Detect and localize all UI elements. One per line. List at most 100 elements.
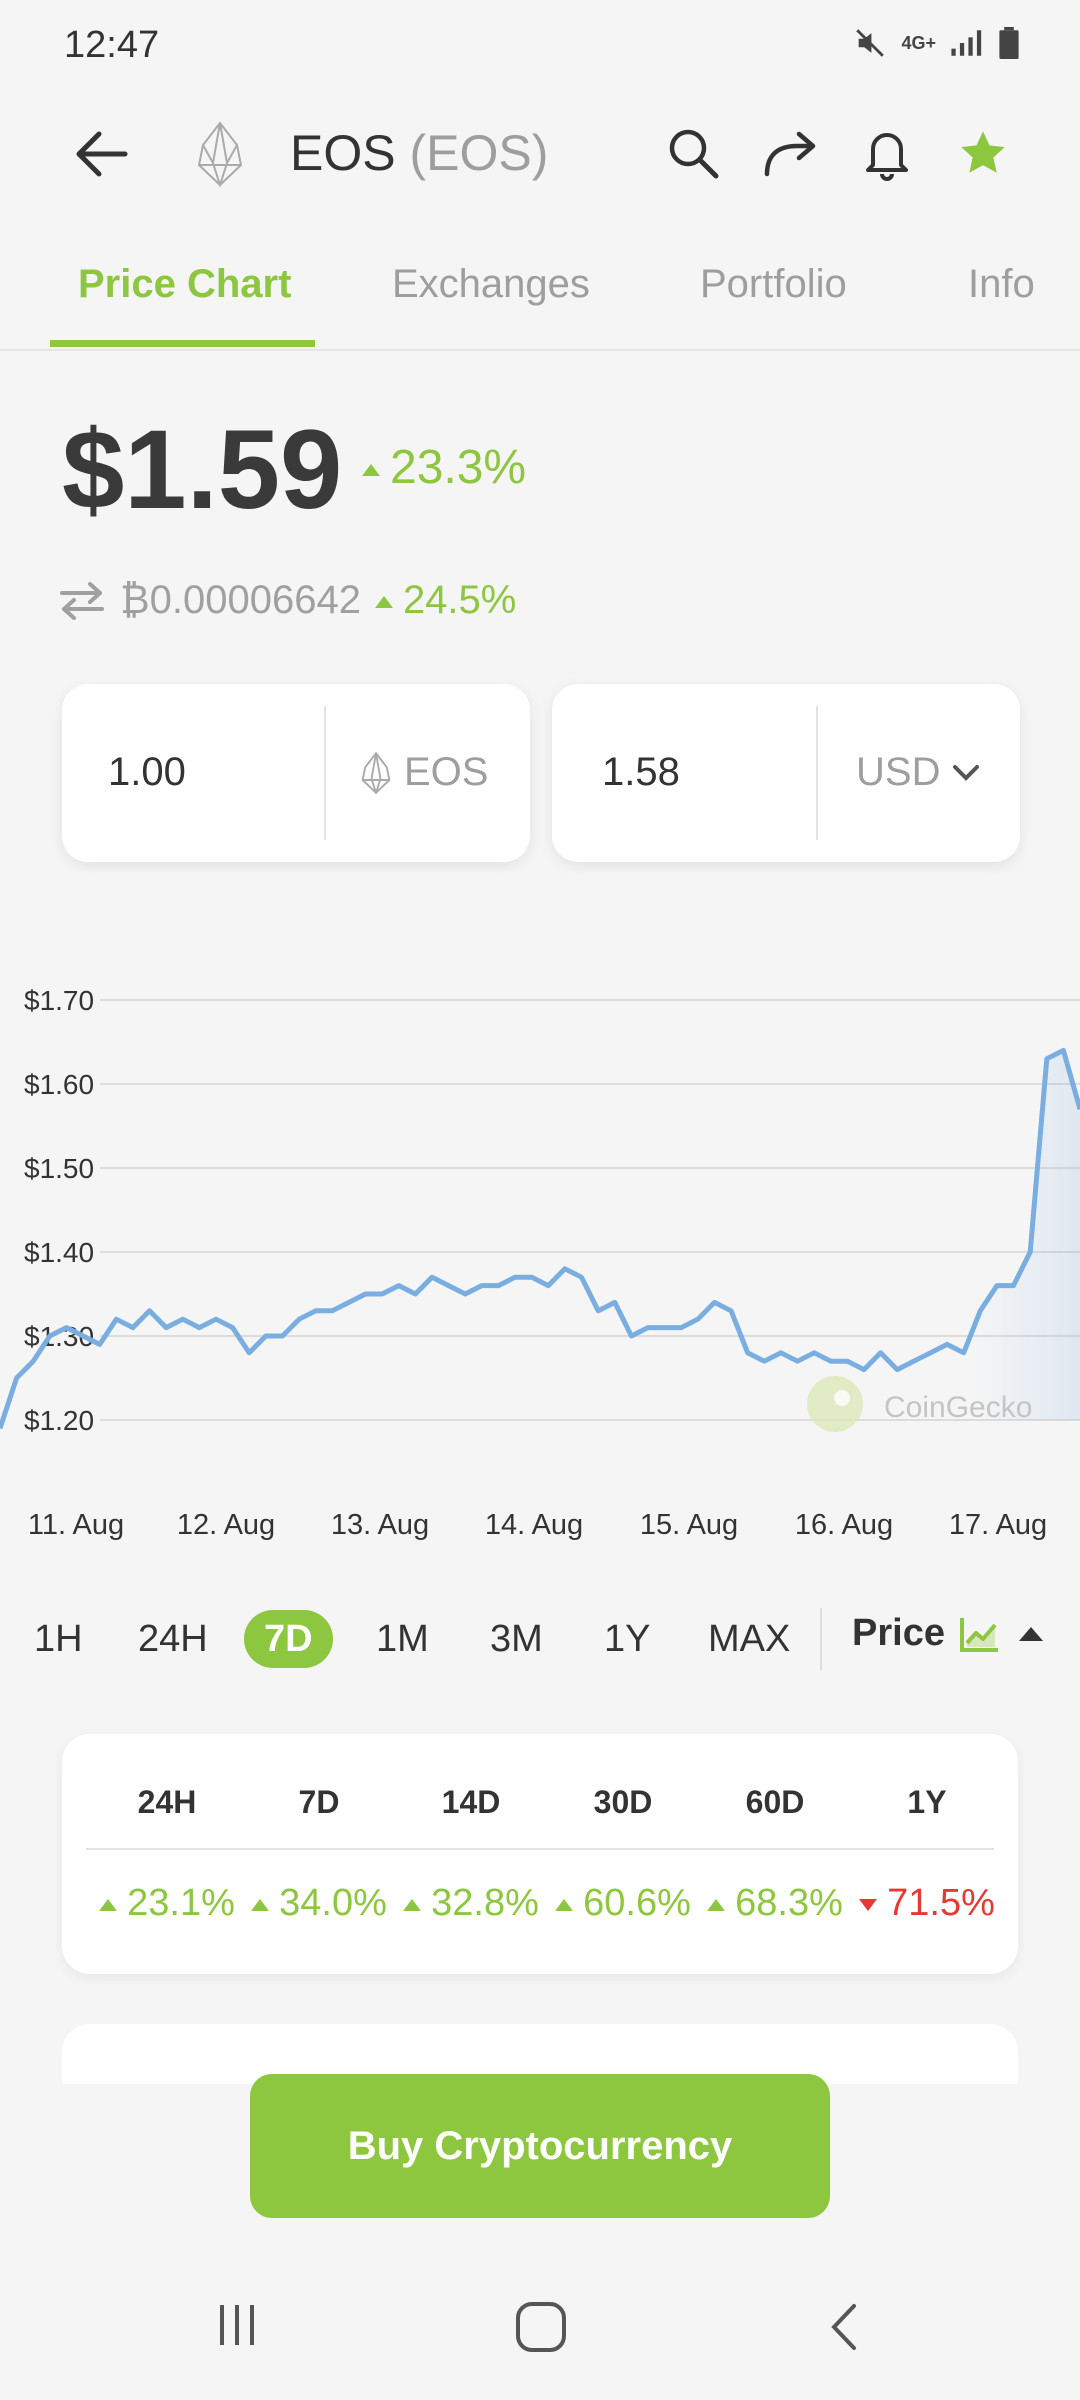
performance-period: 14D: [441, 1784, 501, 1820]
performance-change: 23.1%: [92, 1882, 242, 1925]
battery-icon: [999, 27, 1019, 59]
line-chart-icon: [959, 1617, 998, 1652]
performance-change-value: 32.8%: [431, 1882, 539, 1924]
x-tick-label: 17. Aug: [949, 1509, 1047, 1540]
converter-coin-box: 1.00 EOS: [62, 684, 530, 862]
search-button[interactable]: [662, 122, 724, 184]
fiat-amount-input[interactable]: 1.58: [602, 750, 680, 795]
y-tick-label: $1.60: [24, 1069, 94, 1100]
x-tick-label: 12. Aug: [177, 1509, 275, 1540]
watermark-text: CoinGecko: [884, 1391, 1032, 1424]
coin-unit-label: EOS: [404, 750, 489, 794]
range-3m-button[interactable]: 3M: [470, 1610, 563, 1668]
coin-symbol: (EOS): [409, 125, 549, 181]
performance-change-value: 71.5%: [887, 1882, 995, 1924]
down-arrow-icon: [859, 1898, 878, 1911]
up-arrow-icon: [362, 464, 380, 477]
performance-change-value: 23.1%: [127, 1882, 235, 1924]
tab-info[interactable]: Info: [968, 262, 1035, 307]
price-chart[interactable]: $1.70$1.60$1.50$1.40$1.30$1.20 CoinGecko…: [0, 960, 1080, 1540]
chart-type-label: Price: [852, 1612, 945, 1654]
up-arrow-icon: [374, 596, 393, 609]
range-1y-button[interactable]: 1Y: [584, 1610, 670, 1668]
performance-period: 1Y: [907, 1784, 947, 1820]
performance-divider: [86, 1848, 994, 1850]
caret-up-icon: [1018, 1626, 1043, 1641]
performance-change: 71.5%: [852, 1882, 1002, 1925]
home-button[interactable]: [514, 2300, 568, 2354]
tab-portfolio[interactable]: Portfolio: [700, 262, 847, 307]
coin-logo: [192, 118, 248, 190]
currency-select[interactable]: USD: [856, 750, 980, 795]
performance-period: 30D: [593, 1784, 653, 1820]
active-tab-indicator: [50, 340, 315, 347]
range-24h-button[interactable]: 24H: [118, 1610, 228, 1668]
performance-change-value: 60.6%: [583, 1882, 691, 1924]
range-1h-button[interactable]: 1H: [14, 1610, 103, 1668]
status-time: 12:47: [64, 24, 160, 66]
performance-change: 34.0%: [244, 1882, 394, 1925]
performance-change: 68.3%: [700, 1882, 850, 1925]
price-change-value: 23.3%: [390, 441, 527, 494]
alert-button[interactable]: [856, 122, 918, 184]
eos-logo-icon: [361, 751, 391, 794]
performance-change: 32.8%: [396, 1882, 546, 1925]
share-button[interactable]: [758, 122, 822, 184]
range-1m-button[interactable]: 1M: [356, 1610, 449, 1668]
chart-area: [0, 1050, 1080, 1429]
converter-separator: [324, 706, 326, 840]
x-tick-label: 16. Aug: [795, 1509, 893, 1540]
x-tick-label: 15. Aug: [640, 1509, 738, 1540]
swap-icon: [60, 581, 104, 620]
performance-period: 60D: [745, 1784, 805, 1820]
tab-price-chart[interactable]: Price Chart: [78, 262, 291, 307]
bell-icon: [866, 133, 908, 181]
chart-type-toggle[interactable]: Price: [852, 1612, 1043, 1655]
tabs-divider: [0, 349, 1080, 351]
status-icons: 4G+: [853, 26, 1020, 60]
recent-apps-button[interactable]: [212, 2300, 262, 2350]
performance-card: 24H 23.1% 7D 34.0% 14D 32.8% 30D 60.6% 60D 68.3% 1…: [62, 1734, 1018, 1974]
x-tick-label: 11. Aug: [28, 1509, 124, 1540]
range-divider: [820, 1608, 822, 1670]
eos-logo-icon: [197, 121, 243, 187]
coin-unit: EOS: [360, 750, 488, 795]
converter-separator: [816, 706, 818, 840]
up-arrow-icon: [555, 1898, 574, 1911]
x-tick-label: 13. Aug: [331, 1509, 429, 1540]
system-nav-bar: [0, 2260, 1080, 2400]
y-tick-label: $1.70: [24, 985, 94, 1016]
signal-icon: [951, 30, 982, 56]
back-button[interactable]: [66, 122, 136, 186]
btc-price: ₿0.00006642: [120, 578, 361, 622]
x-tick-label: 14. Aug: [485, 1509, 583, 1540]
performance-change: 60.6%: [548, 1882, 698, 1925]
coin-title: EOS (EOS): [290, 124, 548, 182]
search-icon: [669, 129, 719, 179]
up-arrow-icon: [99, 1898, 118, 1911]
performance-change-value: 34.0%: [279, 1882, 387, 1924]
coin-amount-input[interactable]: 1.00: [108, 750, 186, 795]
up-arrow-icon: [403, 1898, 422, 1911]
converter-fiat-box: 1.58 USD: [552, 684, 1020, 862]
currency-label: USD: [856, 750, 941, 794]
btc-change: 24.5%: [374, 578, 517, 623]
performance-period: 24H: [137, 1784, 197, 1820]
favorite-button[interactable]: [952, 122, 1014, 184]
range-7d-button[interactable]: 7D: [244, 1610, 333, 1668]
chevron-down-icon: [953, 764, 980, 781]
network-label: 4G+: [901, 32, 936, 53]
y-tick-label: $1.40: [24, 1237, 94, 1268]
performance-change-value: 68.3%: [735, 1882, 843, 1924]
btc-change-value: 24.5%: [402, 578, 517, 622]
y-tick-label: $1.50: [24, 1153, 94, 1184]
current-price: $1.59: [62, 407, 343, 532]
share-icon: [764, 131, 816, 177]
btc-price-row: ₿0.00006642 24.5%: [58, 578, 516, 623]
range-max-button[interactable]: MAX: [688, 1610, 810, 1668]
back-nav-button[interactable]: [826, 2300, 860, 2354]
buy-crypto-button[interactable]: Buy Cryptocurrency: [250, 2074, 830, 2218]
price-change: 23.3%: [362, 440, 526, 495]
performance-period: 7D: [298, 1784, 340, 1820]
tab-exchanges[interactable]: Exchanges: [392, 262, 590, 307]
